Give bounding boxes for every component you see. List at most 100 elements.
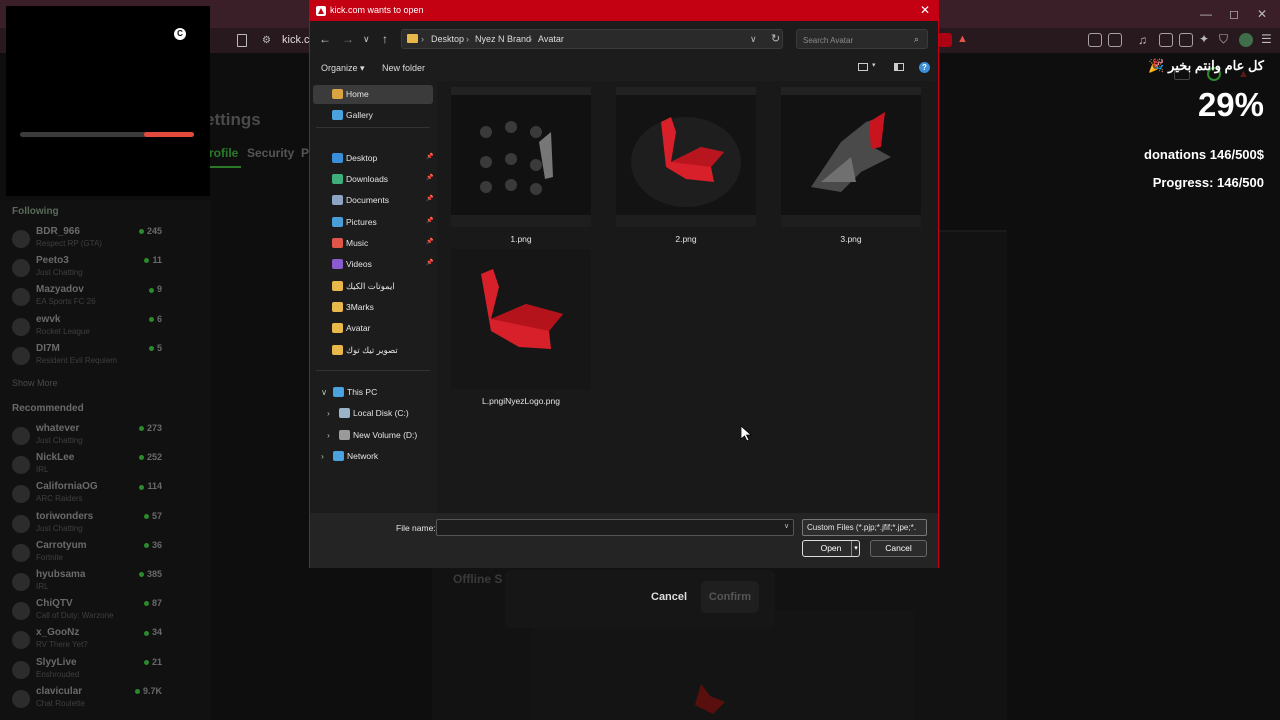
file-name-field[interactable] xyxy=(436,519,794,538)
nav-item[interactable]: Downloads 📌 xyxy=(313,170,433,189)
site-settings-icon[interactable]: ⚙ xyxy=(262,35,271,46)
organize-menu[interactable]: Organize ▾ xyxy=(321,63,365,74)
media-icon[interactable]: ♫ xyxy=(1138,33,1147,47)
file-item[interactable]: 2.png xyxy=(612,83,760,244)
dialog-close-button[interactable]: ✕ xyxy=(920,3,930,17)
modal-cancel-button[interactable]: Cancel xyxy=(651,591,687,603)
wallet-icon[interactable] xyxy=(1179,33,1193,47)
warning-icon[interactable]: ▲ xyxy=(957,33,968,45)
extensions-icon[interactable] xyxy=(1088,33,1102,47)
nav-item[interactable]: Videos 📌 xyxy=(313,255,433,274)
breadcrumb-nyez[interactable]: Nyez N Brand xyxy=(475,34,531,44)
channel-category: Just Chatting xyxy=(36,268,83,278)
nav-item[interactable]: Documents 📌 xyxy=(313,191,433,210)
search-box[interactable] xyxy=(796,29,928,50)
breadcrumb-separator: › xyxy=(529,34,532,44)
channel-item[interactable]: toriwonders Just Chatting 57 xyxy=(12,511,162,539)
channel-item[interactable]: hyubsama IRL 385 xyxy=(12,569,162,597)
nav-item[interactable]: Music 📌 xyxy=(313,234,433,253)
nav-item[interactable]: Avatar xyxy=(313,319,433,338)
channel-item[interactable]: SlyyLive Enshrouded 21 xyxy=(12,657,162,685)
sidebar-icon[interactable] xyxy=(1159,33,1173,47)
channel-category: RV There Yet? xyxy=(36,640,88,650)
screenshot-icon[interactable] xyxy=(1108,33,1122,47)
tree-item[interactable]: › Local Disk (C:) xyxy=(313,404,433,423)
up-arrow-icon[interactable]: ↑ xyxy=(382,32,388,46)
dialog-cancel-button[interactable]: Cancel xyxy=(870,540,927,557)
pin-icon[interactable]: 📌 xyxy=(426,259,433,266)
search-input[interactable] xyxy=(797,31,912,50)
maximize-button[interactable]: ◻ xyxy=(1226,6,1242,22)
shield-icon[interactable]: ⛉ xyxy=(1219,32,1228,47)
expand-chevron-icon[interactable]: › xyxy=(321,451,324,461)
nav-item[interactable]: ايموتات الكيك xyxy=(313,277,433,296)
forward-arrow-icon[interactable]: → xyxy=(342,32,354,46)
file-item[interactable]: L.pngiNyezLogo.png xyxy=(447,245,595,406)
new-folder-button[interactable]: New folder xyxy=(382,63,425,73)
pin-icon[interactable]: 📌 xyxy=(426,174,433,181)
channel-item[interactable]: ChiQTV Call of Duty: Warzone 87 xyxy=(12,598,162,626)
preview-pane-icon[interactable] xyxy=(894,63,904,71)
vpn-icon[interactable] xyxy=(1239,33,1253,47)
tree-item[interactable]: › New Volume (D:) xyxy=(313,426,433,445)
nav-item[interactable]: Pictures 📌 xyxy=(313,213,433,232)
ai-icon[interactable]: ✦ xyxy=(1199,32,1209,46)
close-window-button[interactable]: ✕ xyxy=(1254,6,1270,22)
channel-item[interactable]: DI7M Resident Evil Requiem 5 xyxy=(12,343,162,371)
live-dot-icon xyxy=(138,426,144,432)
breadcrumb-avatar[interactable]: Avatar xyxy=(538,34,564,44)
recent-chevron-icon[interactable]: ∨ xyxy=(363,34,370,45)
channel-item[interactable]: Peeto3 Just Chatting 11 xyxy=(12,255,162,283)
nav-item[interactable]: Desktop 📌 xyxy=(313,149,433,168)
tab-security[interactable]: Security xyxy=(247,146,294,160)
view-options-icon[interactable] xyxy=(858,63,868,71)
channel-item[interactable]: clavicular Chat Roulette 9.7K xyxy=(12,686,162,714)
file-type-filter[interactable]: Custom Files (*.pjp;*.jfif;*.jpe;*. xyxy=(802,519,927,536)
overlay-heading: كل عام وانتم بخير 🎉 xyxy=(1148,58,1264,73)
back-arrow-icon[interactable]: ← xyxy=(319,32,331,46)
menu-icon[interactable]: ☰ xyxy=(1261,32,1272,46)
nav-item[interactable]: Home xyxy=(313,85,433,104)
viewer-count: 252 xyxy=(138,452,162,462)
path-dropdown-icon[interactable]: ∨ xyxy=(750,34,757,45)
nav-item[interactable]: Gallery xyxy=(313,106,433,125)
channel-item[interactable]: BDR_966 Respect RP (GTA) 245 xyxy=(12,226,162,254)
nav-item[interactable]: تصوير تيك توك xyxy=(313,341,433,360)
channel-item[interactable]: Carrotyum Fortnite 36 xyxy=(12,540,162,568)
refresh-icon[interactable]: ↻ xyxy=(771,32,780,45)
open-dropdown-icon[interactable]: ▾ xyxy=(851,541,860,556)
pin-icon[interactable]: 📌 xyxy=(426,195,433,202)
show-more-link[interactable]: Show More xyxy=(12,378,58,388)
channel-item[interactable]: whatever Just Chatting 273 xyxy=(12,423,162,451)
channel-item[interactable]: Mazyadov EA Sports FC 26 9 xyxy=(12,284,162,312)
file-item[interactable]: 3.png xyxy=(777,83,925,244)
modal-confirm-button[interactable]: Confirm xyxy=(701,581,759,613)
tab-profile[interactable]: rofile xyxy=(209,146,238,160)
channel-item[interactable]: x_GooNz RV There Yet? 34 xyxy=(12,627,162,655)
pin-icon[interactable]: 📌 xyxy=(426,217,433,224)
pin-icon[interactable]: 📌 xyxy=(426,238,433,245)
channel-category: Fortnite xyxy=(36,552,64,562)
expand-chevron-icon[interactable]: › xyxy=(327,430,330,440)
minimize-button[interactable]: — xyxy=(1198,6,1214,22)
bookmark-icon[interactable] xyxy=(237,34,247,47)
file-name-dropdown-icon[interactable]: ∨ xyxy=(784,522,789,530)
channel-category: Enshrouded xyxy=(36,669,80,679)
tree-item[interactable]: › Network xyxy=(313,447,433,466)
nav-item[interactable]: 3Marks xyxy=(313,298,433,317)
viewer-count: 6 xyxy=(148,314,162,324)
breadcrumb-desktop[interactable]: Desktop xyxy=(431,34,464,44)
file-name-input[interactable] xyxy=(437,522,777,538)
channel-item[interactable]: NickLee IRL 252 xyxy=(12,452,162,480)
expand-chevron-icon[interactable]: ∨ xyxy=(321,387,327,398)
extension-icon[interactable] xyxy=(938,33,952,47)
view-dropdown-icon[interactable]: ▾ xyxy=(872,61,876,69)
tab-other[interactable]: P xyxy=(301,146,309,160)
tree-item[interactable]: ∨ This PC xyxy=(313,383,433,402)
expand-chevron-icon[interactable]: › xyxy=(327,408,330,418)
help-icon[interactable]: ? xyxy=(919,62,930,73)
channel-item[interactable]: ewvk Rocket League 6 xyxy=(12,314,162,342)
channel-item[interactable]: CaliforniaOG ARC Raiders 114 xyxy=(12,481,162,509)
pin-icon[interactable]: 📌 xyxy=(426,153,433,160)
file-item[interactable]: 1.png xyxy=(447,83,595,244)
